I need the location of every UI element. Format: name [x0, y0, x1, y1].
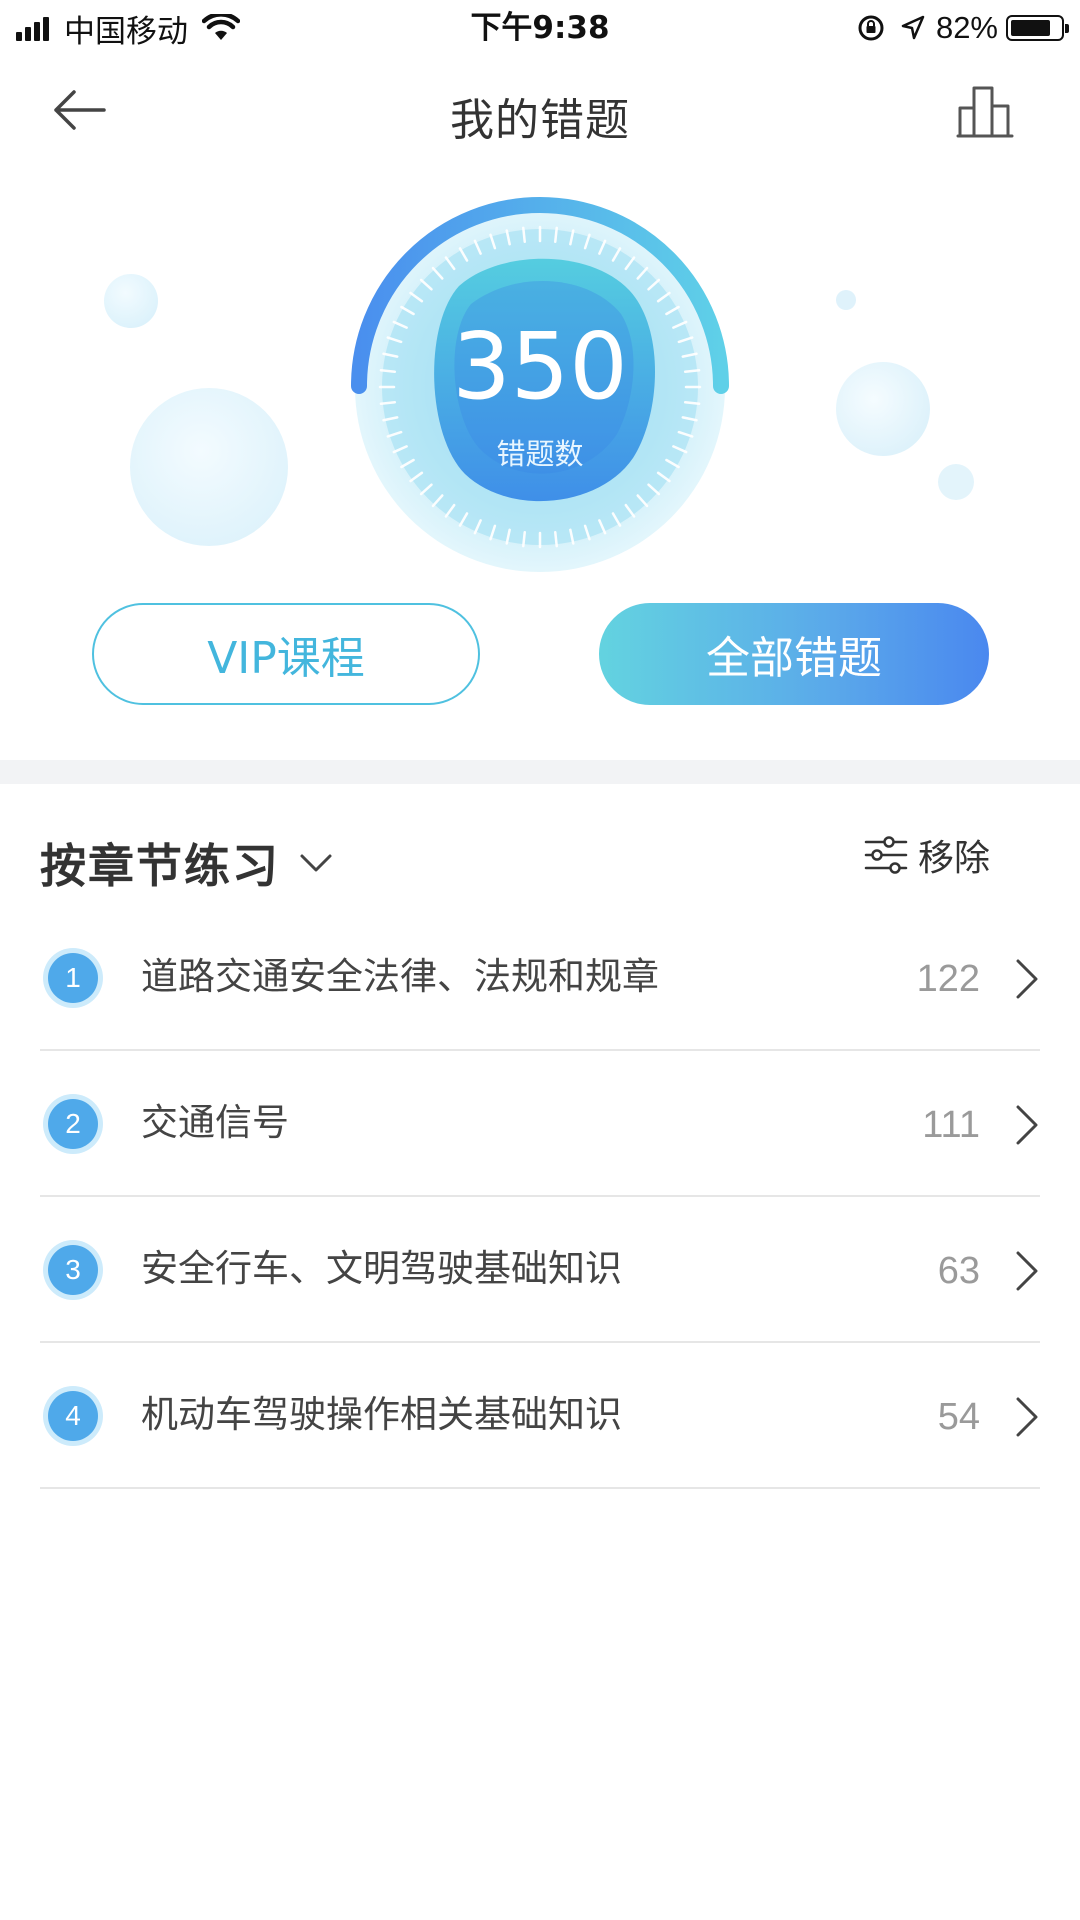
summary-hero: 350 错题数 VIP课程 全部错题: [0, 166, 1080, 756]
chapter-number-badge: 2: [48, 1099, 98, 1149]
gauge-tick: [522, 530, 526, 548]
vip-course-button[interactable]: VIP课程: [92, 603, 480, 705]
status-right: 82%: [856, 8, 1069, 48]
battery-icon: [1006, 15, 1069, 41]
decor-bubble: [938, 464, 974, 500]
decor-bubble: [130, 388, 288, 546]
chapter-list: 1 道路交通安全法律、法规和规章 122 2 交通信号 111 3 安全行车、文…: [0, 905, 1080, 1489]
battery-percent: 82%: [935, 10, 998, 45]
chapter-row[interactable]: 3 安全行车、文明驾驶基础知识 63: [40, 1197, 1040, 1343]
chevron-right-icon: [1016, 1105, 1038, 1145]
chapter-section-header: 按章节练习 移除: [0, 784, 1080, 924]
chapter-row[interactable]: 4 机动车驾驶操作相关基础知识 54: [40, 1343, 1040, 1489]
chapter-count: 122: [916, 958, 980, 1000]
gauge-tick: [554, 226, 558, 244]
status-bar: 中国移动 下午9:38 82%: [0, 0, 1080, 56]
decor-bubble: [836, 362, 930, 456]
remove-label: 移除: [918, 838, 991, 879]
wrong-count-gauge: 350 错题数: [339, 186, 741, 588]
chapter-row[interactable]: 1 道路交通安全法律、法规和规章 122: [40, 905, 1040, 1051]
chevron-right-icon: [1016, 1397, 1038, 1437]
decor-bubble: [836, 290, 856, 310]
chapter-count: 63: [937, 1250, 980, 1292]
section-divider: [0, 760, 1080, 784]
filter-sliders-icon: [864, 836, 908, 874]
chapter-title: 交通信号: [141, 1101, 289, 1144]
section-title[interactable]: 按章节练习: [40, 830, 280, 896]
chapter-title: 安全行车、文明驾驶基础知识: [141, 1247, 622, 1290]
wrong-count-label: 错题数: [496, 437, 584, 471]
chapter-count: 54: [937, 1396, 980, 1438]
chapter-row[interactable]: 2 交通信号 111: [40, 1051, 1040, 1197]
chevron-down-icon[interactable]: [296, 848, 336, 878]
chapter-number-badge: 4: [48, 1391, 98, 1441]
gauge-tick: [522, 226, 526, 244]
page-title: 我的错题: [450, 95, 630, 146]
remove-button[interactable]: 移除: [864, 830, 990, 880]
all-wrong-questions-button[interactable]: 全部错题: [599, 603, 989, 705]
chapter-number-badge: 1: [48, 953, 98, 1003]
location-icon: [901, 15, 925, 40]
chapter-title: 道路交通安全法律、法规和规章: [141, 955, 659, 998]
chapter-title: 机动车驾驶操作相关基础知识: [141, 1393, 622, 1436]
chapter-number-badge: 3: [48, 1245, 98, 1295]
chevron-right-icon: [1016, 959, 1038, 999]
wrong-count: 350: [452, 313, 628, 420]
decor-bubble: [104, 274, 158, 328]
nav-bar: 我的错题: [0, 56, 1080, 166]
rotation-lock-icon: [858, 15, 884, 41]
bar-chart-icon[interactable]: [956, 82, 1014, 140]
chapter-count: 111: [922, 1104, 980, 1146]
gauge-tick: [554, 530, 558, 548]
chevron-right-icon: [1016, 1251, 1038, 1291]
